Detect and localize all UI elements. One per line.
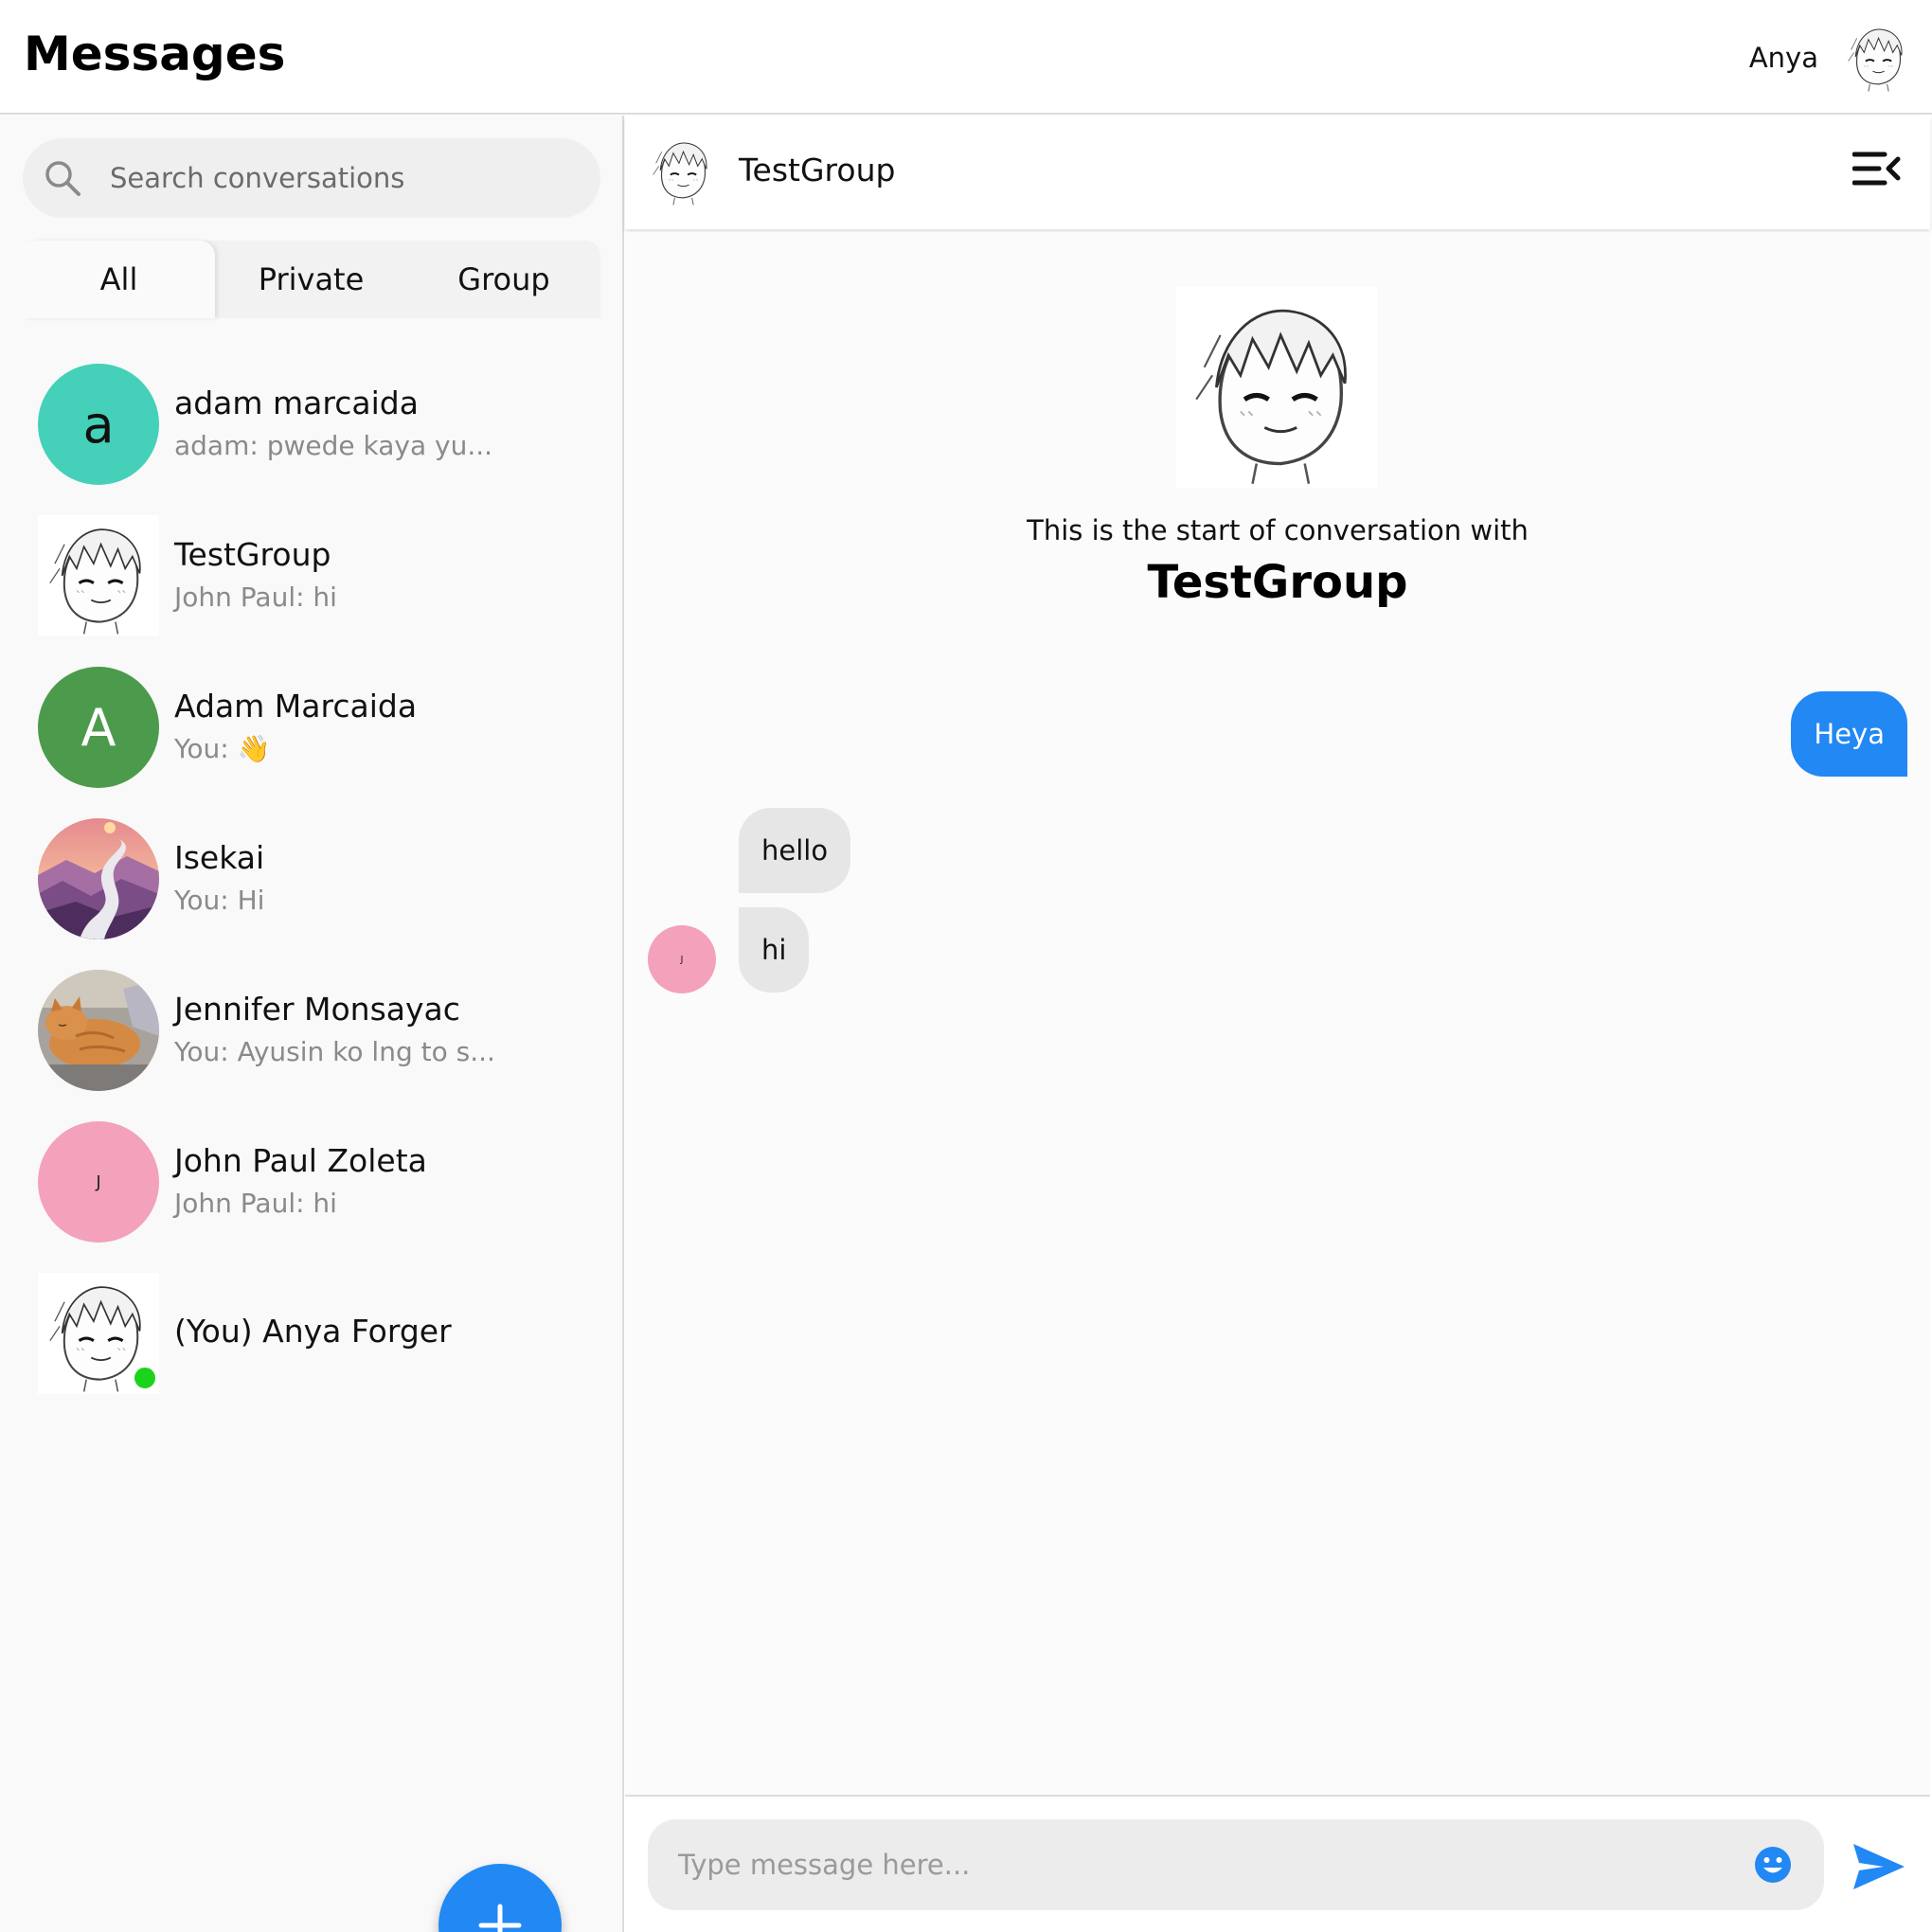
avatar: a — [38, 364, 159, 485]
chat-avatar — [646, 134, 718, 206]
conversation-item[interactable]: Isekai You: Hi — [0, 818, 622, 970]
conversation-start-name: TestGroup — [1147, 556, 1408, 609]
avatar — [38, 515, 159, 636]
avatar-letter: a — [82, 394, 115, 455]
message-area: This is the start of conversation with T… — [625, 232, 1930, 1795]
conversation-item[interactable]: A Adam Marcaida You: 👋 — [0, 667, 622, 818]
conversation-item[interactable]: a adam marcaida adam: pwede kaya yu... — [0, 364, 622, 515]
conversation-name: (You) Anya Forger — [174, 1313, 452, 1350]
conversation-item[interactable]: J John Paul Zoleta John Paul: hi — [0, 1121, 622, 1273]
conversation-preview: You: 👋 — [174, 733, 271, 764]
conversation-preview: You: Ayusin ko lng to s... — [174, 1036, 495, 1067]
message-input-box[interactable] — [648, 1819, 1824, 1910]
search-input[interactable] — [110, 138, 583, 218]
avatar: J — [38, 1121, 159, 1243]
avatar-letter: A — [80, 697, 116, 758]
conversation-item[interactable]: Jennifer Monsayac You: Ayusin ko lng to … — [0, 970, 622, 1121]
landscape-avatar-image — [38, 818, 159, 939]
conversation-preview: John Paul: hi — [174, 581, 337, 613]
conversation-preview: You: Hi — [174, 885, 265, 916]
conversation-name: Jennifer Monsayac — [174, 991, 460, 1028]
incoming-message[interactable]: hi — [739, 907, 810, 993]
avatar: A — [38, 667, 159, 788]
user-avatar[interactable] — [1841, 21, 1913, 93]
conversation-preview: John Paul: hi — [174, 1188, 337, 1219]
search-bar[interactable] — [23, 138, 600, 218]
conversation-item[interactable]: (You) Anya Forger — [0, 1273, 622, 1424]
plus-icon — [478, 1904, 522, 1932]
current-user-name[interactable]: Anya — [1749, 42, 1818, 74]
sender-avatar[interactable]: J — [648, 925, 716, 993]
group-avatar-image — [38, 515, 159, 636]
app-title: Messages — [24, 27, 286, 81]
sender-initial: J — [680, 954, 684, 965]
top-bar: Messages Anya — [0, 0, 1932, 115]
message-composer — [625, 1795, 1930, 1932]
emoji-icon[interactable] — [1752, 1844, 1794, 1886]
search-icon — [45, 161, 80, 196]
conversation-name: adam marcaida — [174, 385, 419, 421]
outgoing-message[interactable]: Heya — [1791, 691, 1907, 777]
tab-all[interactable]: All — [23, 241, 215, 318]
menu-collapse-icon[interactable] — [1852, 150, 1902, 188]
conversation-name: Adam Marcaida — [174, 688, 418, 724]
group-intro-avatar — [1176, 287, 1377, 488]
conversation-start-text: This is the start of conversation with — [1027, 514, 1529, 546]
incoming-message[interactable]: hello — [739, 808, 851, 893]
conversation-name: TestGroup — [174, 536, 331, 573]
cat-avatar-image — [38, 970, 159, 1091]
avatar — [38, 818, 159, 939]
tab-private[interactable]: Private — [215, 241, 407, 318]
tab-group[interactable]: Group — [407, 241, 600, 318]
new-conversation-button[interactable] — [438, 1864, 562, 1932]
online-status-indicator — [133, 1366, 157, 1390]
avatar — [38, 970, 159, 1091]
conversation-filter-tabs: All Private Group — [23, 241, 600, 318]
conversation-name: Isekai — [174, 839, 265, 876]
conversation-name: John Paul Zoleta — [174, 1142, 427, 1179]
message-input[interactable] — [678, 1819, 1739, 1910]
avatar-letter: J — [96, 1172, 101, 1192]
chat-header: TestGroup — [625, 116, 1930, 229]
conversations-sidebar: All Private Group a adam marcaida adam: … — [0, 116, 624, 1932]
conversation-item[interactable]: TestGroup John Paul: hi — [0, 515, 622, 667]
conversation-preview: adam: pwede kaya yu... — [174, 430, 493, 461]
chat-title: TestGroup — [739, 152, 896, 188]
send-icon[interactable] — [1852, 1842, 1906, 1891]
